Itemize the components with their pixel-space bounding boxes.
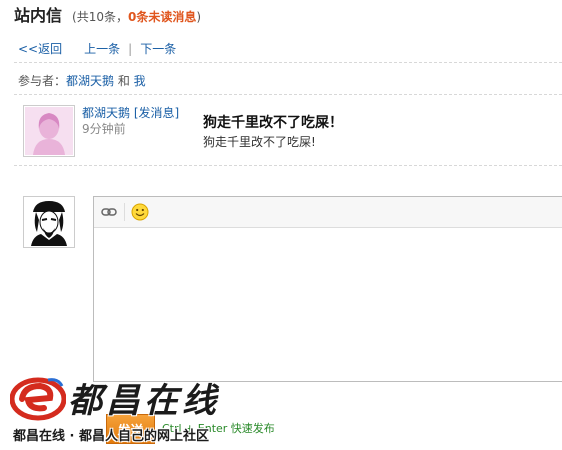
unread-count[interactable]: 0条未读消息 [128, 10, 196, 24]
prev-link[interactable]: 上一条 [84, 40, 120, 57]
reply-editor [93, 196, 562, 382]
portrait-avatar-icon [25, 198, 73, 246]
nav-separator: | [128, 41, 133, 56]
smiley-icon[interactable] [131, 203, 149, 221]
message-time: 9分钟前 [82, 122, 126, 136]
count-suffix: ) [196, 10, 202, 24]
message-meta: 都湖天鹅 [发消息] 9分钟前 [82, 105, 179, 137]
site-tagline: 都昌在线 · 都昌人自己的网上社区 [13, 429, 209, 444]
participants-label: 参与者： [18, 74, 67, 88]
site-logo-icon [10, 377, 66, 421]
participants-line: 参与者：都湖天鹅 和 我 [18, 72, 146, 89]
toolbar-separator [124, 203, 125, 221]
page-title: 站内信 [14, 6, 63, 25]
participant-user-1[interactable]: 都湖天鹅 [66, 74, 114, 88]
site-logo-word: 都昌在线 [68, 381, 220, 421]
site-watermark: 都昌在线 都昌在线 · 都昌人自己的网上社区 [10, 370, 260, 450]
divider-message [14, 165, 562, 166]
message-count: (共10条，0条未读消息) [72, 8, 201, 25]
link-icon[interactable] [100, 203, 118, 221]
my-avatar[interactable] [23, 196, 75, 248]
editor-toolbar [94, 197, 562, 228]
divider-top [14, 62, 562, 63]
divider-participants [14, 94, 562, 95]
back-link[interactable]: <<返回 [18, 40, 62, 57]
female-avatar-icon [25, 107, 73, 155]
next-link[interactable]: 下一条 [140, 40, 176, 57]
message-nav: <<返回 上一条 | 下一条 [18, 40, 176, 57]
page-header: 站内信 (共10条，0条未读消息) [14, 2, 201, 26]
message-sender-line: 都湖天鹅 [发消息] [82, 105, 179, 121]
sender-avatar[interactable] [23, 105, 75, 157]
reply-textarea[interactable] [94, 228, 562, 381]
message-sender[interactable]: 都湖天鹅 [82, 106, 130, 120]
participants-conjunction: 和 [114, 74, 134, 88]
message-body: 狗走千里改不了吃屎! [203, 135, 316, 149]
participant-user-2[interactable]: 我 [134, 74, 146, 88]
count-text: (共10条， [72, 10, 128, 24]
send-message-link[interactable]: [发消息] [134, 106, 179, 120]
message-subject: 狗走千里改不了吃屎！ [203, 115, 343, 131]
